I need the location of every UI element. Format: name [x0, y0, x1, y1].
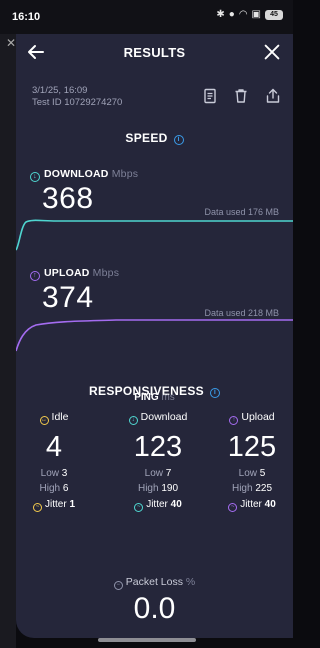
download-label-row: ↓ DOWNLOAD Mbps	[30, 168, 138, 182]
upload-speed-graph	[16, 319, 293, 352]
jitter-icon: ~	[134, 503, 144, 512]
background-app	[0, 34, 16, 648]
results-sheet: RESULTS 3/1/25, 16:09 Test ID 1072927427…	[16, 34, 293, 638]
idle-jitter: ~ Jitter 1	[28, 499, 80, 512]
jitter-icon: ~	[228, 503, 238, 512]
upload-ping-high: High 225	[231, 483, 273, 494]
download-jitter: ~ Jitter 40	[118, 499, 198, 512]
bluetooth-icon: ✱	[216, 9, 225, 20]
ping-download-column: ↓ Download 123 Low 7 High 190 ~ Jitter 40	[118, 411, 198, 512]
download-arrow-icon: ↓	[30, 172, 40, 182]
status-icons: ✱ ● ◠ ▣ 45	[216, 9, 283, 20]
speed-title: SPEED	[125, 131, 168, 145]
idle-ping-value: 4	[45, 431, 63, 463]
info-icon[interactable]: i	[173, 135, 184, 145]
idle-header: ↔ Idle	[39, 411, 69, 425]
ping-upload-column: ↑ Upload 125 Low 5 High 225 ~ Jitter 40	[216, 411, 288, 512]
upload-ping-value: 125	[227, 431, 277, 463]
ping-title: PING ms	[134, 392, 175, 403]
download-ping-low: Low 7	[144, 468, 172, 479]
packet-loss-icon: −	[113, 581, 123, 590]
battery-icon: 45	[265, 9, 283, 20]
test-id: Test ID 10729274270	[32, 97, 123, 108]
upload-label-row: ↑ UPLOAD Mbps	[30, 267, 119, 281]
idle-icon: ↔	[39, 416, 49, 425]
page-title: RESULTS	[123, 45, 186, 60]
home-indicator[interactable]	[98, 638, 196, 642]
location-icon: ●	[228, 9, 235, 20]
status-time: 16:10	[12, 11, 41, 23]
upload-ping-header: ↑ Upload	[216, 411, 288, 425]
background-close-icon: ✕	[6, 36, 17, 50]
download-ping-value: 123	[133, 431, 183, 463]
packet-loss-label: − Packet Loss %	[16, 576, 293, 590]
packet-loss-value: 0.0	[133, 592, 176, 625]
download-unit: Mbps	[111, 168, 139, 180]
speed-section-title: SPEED i	[16, 131, 293, 145]
upload-ping-low: Low 5	[238, 468, 266, 479]
share-icon[interactable]	[264, 87, 282, 105]
notes-icon[interactable]	[201, 87, 219, 105]
close-icon[interactable]	[261, 41, 283, 63]
status-bar: 16:10 ✱ ● ◠ ▣ 45	[0, 0, 293, 34]
jitter-icon: ~	[32, 503, 42, 512]
packet-loss: − Packet Loss % 0.0	[16, 576, 293, 626]
ping-idle-column: ↔ Idle 4 Low 3 High 6 ~ Jitter 1	[28, 411, 80, 512]
upload-arrow-icon: ↑	[229, 416, 239, 425]
idle-high: High 6	[39, 483, 69, 494]
test-date: 3/1/25, 16:09	[32, 85, 88, 96]
test-meta: 3/1/25, 16:09 Test ID 10729274270	[32, 85, 122, 109]
upload-jitter: ~ Jitter 40	[216, 499, 288, 512]
upload-arrow-icon: ↑	[30, 271, 40, 281]
top-bar: RESULTS	[16, 34, 293, 74]
trash-icon[interactable]	[232, 87, 250, 105]
upload-unit: Mbps	[92, 267, 120, 279]
idle-low: Low 3	[40, 468, 68, 479]
download-arrow-icon: ↓	[128, 416, 138, 425]
download-speed-graph	[16, 219, 293, 251]
wifi-icon: ◠	[238, 9, 248, 20]
download-ping-header: ↓ Download	[118, 411, 198, 425]
download-ping-high: High 190	[137, 483, 179, 494]
upload-label: UPLOAD	[44, 267, 90, 279]
signal-icon: ▣	[251, 9, 261, 20]
download-label: DOWNLOAD	[44, 168, 109, 180]
